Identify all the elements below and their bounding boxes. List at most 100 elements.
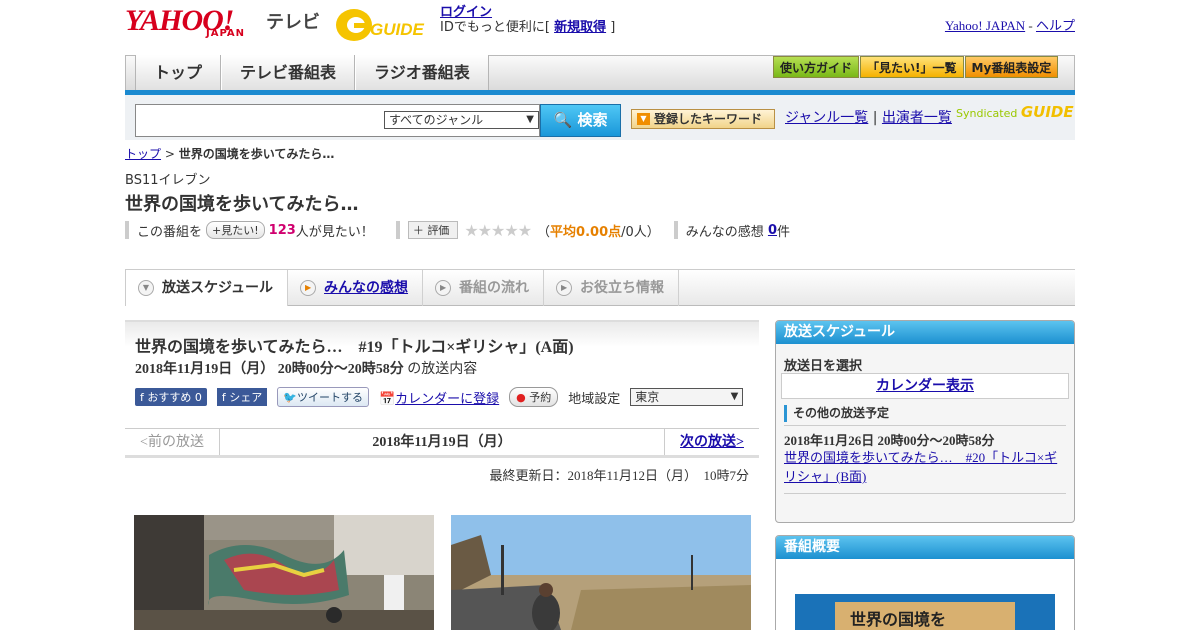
link-divider: | [872, 110, 878, 126]
help-link[interactable]: ヘルプ [1036, 18, 1075, 33]
dropdown-arrow-icon: ▼ [730, 391, 739, 402]
my-schedule-settings-button[interactable]: My番組表設定 [964, 56, 1059, 78]
divider [784, 493, 1066, 494]
next-broadcast-link[interactable]: 次の放送> [680, 435, 744, 450]
nav-tab-tv-schedule[interactable]: テレビ番組表 [221, 55, 356, 90]
divider [125, 221, 129, 239]
search-button[interactable]: 🔍 検索 [540, 104, 621, 137]
social-row: f おすすめ 0 f シェア 🐦ツイートする 📅カレンダーに登録 ● 予約 地域… [135, 387, 744, 407]
divider [673, 221, 678, 239]
signup-link[interactable]: 新規取得 [554, 20, 606, 35]
facebook-icon: f [221, 391, 226, 404]
episode-navigation: <前の放送 2018年11月19日（月） 次の放送> [125, 428, 759, 458]
plus-icon: ＋ [412, 224, 424, 237]
record-icon: ● [516, 391, 526, 404]
id-close: ] [610, 20, 616, 35]
usage-guide-button[interactable]: 使い方ガイド [773, 56, 860, 78]
channel-name: BS11イレブン [125, 173, 211, 188]
rating-stars-icon: ★★★★★ [464, 220, 532, 240]
id-text: IDでもっと便利に[ [440, 20, 550, 35]
dropdown-arrow-icon: ▼ [526, 114, 534, 125]
login-link[interactable]: ログイン [440, 5, 492, 20]
tab-reviews[interactable]: ▶ みんなの感想 [288, 270, 424, 306]
registered-keyword-button[interactable]: ▼ 登録したキーワード [631, 109, 775, 129]
episode-photo-walking[interactable] [451, 515, 751, 630]
tab-label: 放送スケジュール [162, 280, 274, 296]
kansou-count-link[interactable]: 0 [768, 223, 777, 238]
yahoo-japan-logo-text: JAPAN [206, 28, 245, 39]
content-tabs: ▼ 放送スケジュール ▶ みんなの感想 ▶ 番組の流れ ▶ お役立ち情報 [125, 270, 1075, 306]
breadcrumb-top-link[interactable]: トップ [125, 147, 161, 161]
breadcrumb: トップ > 世界の国境を歩いてみたら… [125, 145, 334, 162]
last-updated: 最終更新日：2018年11月12日（月） 10時7分 [489, 468, 749, 483]
rate-button[interactable]: ＋ 評価 [407, 221, 459, 239]
tab-label: お役立ち情報 [580, 280, 665, 296]
average-rating: 平均0.00点 [550, 224, 622, 240]
divider [395, 221, 400, 239]
yahoo-japan-link[interactable]: Yahoo! JAPAN [945, 18, 1025, 33]
other-schedule-date: 2018年11月26日 20時00分～20時58分 [784, 433, 995, 448]
triangle-down-icon: ▼ [637, 113, 650, 125]
play-icon: ▶ [300, 280, 317, 296]
facebook-recommend-label: おすすめ 0 [147, 391, 202, 404]
next-broadcast: 次の放送> [664, 429, 759, 455]
calendar-icon: 📅 [378, 391, 396, 407]
episode-photo-graffiti[interactable] [134, 515, 434, 630]
other-schedule-heading: その他の放送予定 [784, 405, 889, 422]
region-label: 地域設定 [568, 391, 621, 407]
search-button-label: 検索 [577, 111, 608, 129]
facebook-recommend-button[interactable]: f おすすめ 0 [135, 388, 207, 406]
prev-broadcast: <前の放送 [125, 429, 220, 455]
kansou-unit: 件 [776, 224, 790, 240]
tab-program-flow: ▶ 番組の流れ [423, 270, 545, 306]
nav-tab-radio-schedule[interactable]: ラジオ番組表 [355, 55, 489, 90]
cast-list-link[interactable]: 出演者一覧 [882, 110, 952, 126]
schedule-panel-header: 放送スケジュール [776, 321, 1074, 344]
genre-list-link[interactable]: ジャンル一覧 [785, 110, 868, 126]
breadcrumb-separator: > [164, 147, 175, 161]
select-date-label: 放送日を選択 [784, 359, 863, 374]
calendar-view-button[interactable]: カレンダー表示 [781, 373, 1069, 399]
episode-datetime: 2018年11月19日（月） 20時00分～20時58分 [135, 362, 404, 377]
region-select-value: 東京 [635, 390, 660, 404]
calendar-view-link[interactable]: カレンダー表示 [876, 378, 974, 394]
other-schedule-link[interactable]: 世界の国境を歩いてみたら… #20「トルコ×ギリシャ」(B面) [784, 450, 1057, 484]
tv-logo-text[interactable]: テレビ [266, 8, 320, 34]
episode-title: 世界の国境を歩いてみたら… #19「トルコ×ギリシャ」(A面) [135, 339, 574, 356]
rating-count: /0人） [621, 224, 660, 240]
calendar-add-link[interactable]: カレンダーに登録 [395, 392, 499, 407]
kansou-label: みんなの感想 [685, 224, 764, 240]
reserve-button[interactable]: ● 予約 [509, 387, 559, 407]
region-select[interactable]: 東京 ▼ [630, 388, 744, 406]
breadcrumb-current: 世界の国境を歩いてみたら… [178, 147, 335, 161]
play-icon: ▶ [435, 280, 452, 296]
genre-select[interactable]: すべてのジャンル ▼ [384, 111, 539, 129]
episode-date-suffix: の放送内容 [407, 362, 478, 377]
other-schedule-item: 世界の国境を歩いてみたら… #20「トルコ×ギリシャ」(B面) [784, 448, 1066, 486]
gguide-logo[interactable]: GUIDE [334, 5, 432, 43]
syndicated-text: Syndicated [956, 107, 1018, 120]
divider [784, 425, 1066, 426]
episode-date: 2018年11月19日（月） 20時00分～20時58分 の放送内容 [135, 358, 477, 378]
mitai-prefix: この番組を [137, 224, 203, 240]
tab-broadcast-schedule[interactable]: ▼ 放送スケジュール [125, 270, 289, 306]
mitai-suffix: 人が見たい！ [295, 224, 374, 240]
registered-keyword-label: 登録したキーワード [654, 112, 763, 126]
average-open: （ [537, 224, 551, 240]
watchlist-button[interactable]: 「見たい!」一覧 [860, 56, 964, 78]
search-links: ジャンル一覧 | 出演者一覧 [785, 109, 952, 127]
link-dash: - [1028, 18, 1033, 33]
mitai-button[interactable]: +見たい! [206, 221, 265, 239]
facebook-share-button[interactable]: f シェア [216, 388, 268, 406]
nav-tab-top[interactable]: トップ [135, 55, 222, 90]
current-broadcast-date: 2018年11月19日（月） [372, 435, 512, 450]
mitai-button-label: 見たい! [221, 224, 259, 237]
overview-panel-header: 番組概要 [776, 536, 1074, 559]
genre-select-value: すべてのジャンル [389, 113, 484, 127]
tweet-button[interactable]: 🐦ツイートする [277, 387, 369, 407]
rating-row: この番組を +見たい! 123 人が見たい！ ＋ 評価 ★★★★★ （ 平均0.… [125, 220, 790, 240]
program-overview-image-text: 世界の国境を [850, 610, 946, 629]
login-box: ログイン IDでもっと便利に[ 新規取得 ] [440, 5, 615, 35]
plus-icon: + [212, 224, 222, 237]
facebook-icon: f [140, 391, 144, 404]
